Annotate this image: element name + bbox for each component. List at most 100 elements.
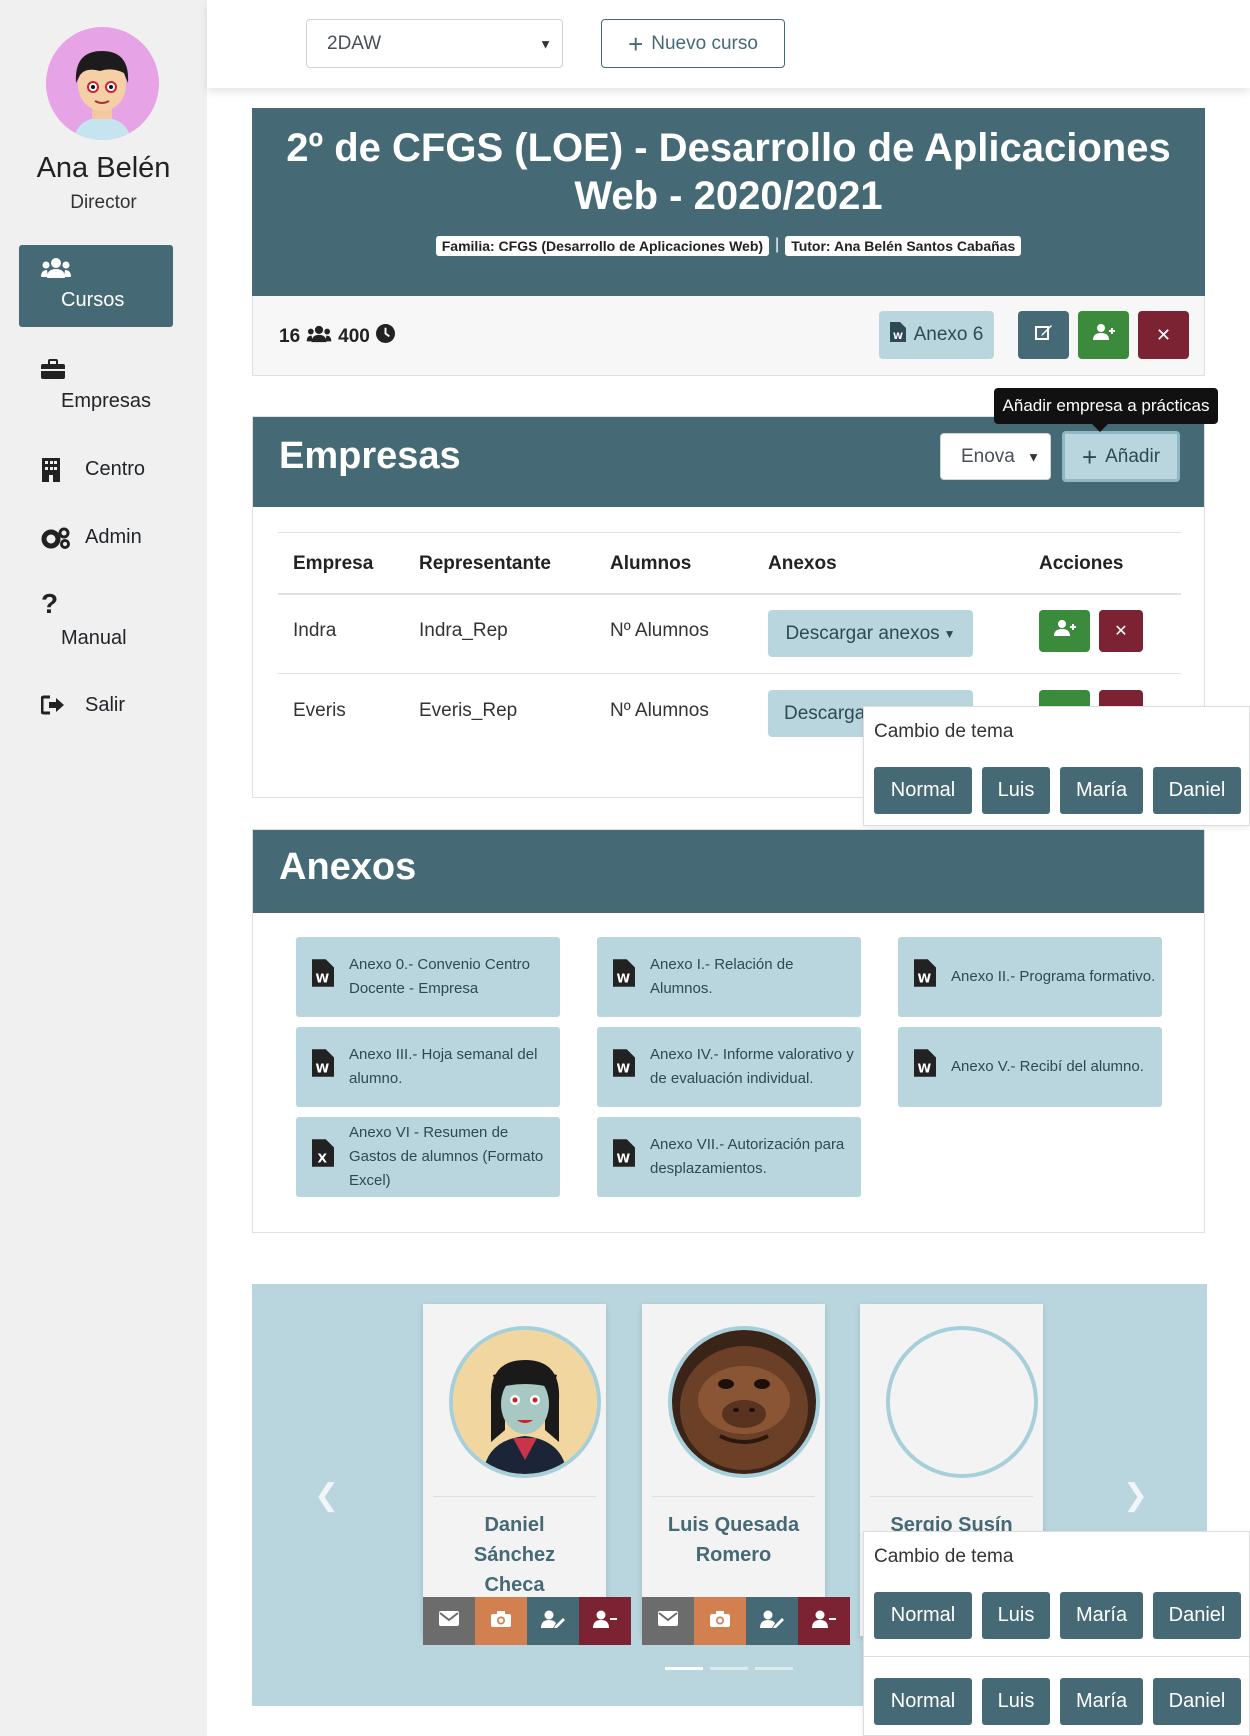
new-course-label: Nuevo curso — [651, 32, 758, 54]
photo-button[interactable] — [475, 1597, 527, 1645]
add-student-button[interactable] — [1078, 311, 1129, 359]
theme-maria-button[interactable]: María — [1060, 1592, 1143, 1639]
cell-representante: Everis_Rep — [419, 700, 518, 721]
empresa-select-value: Enova — [961, 445, 1015, 467]
carousel-indicator[interactable] — [665, 1667, 703, 1670]
anexo-label: Anexo 0.- Convenio Centro Docente - Empr… — [349, 956, 530, 997]
user-plus-icon — [1092, 324, 1115, 346]
anexo-5-button[interactable]: W Anexo V.- Recibí del alumno. — [898, 1027, 1162, 1107]
word-file-icon: W — [613, 1139, 635, 1175]
carousel-indicator[interactable] — [755, 1667, 793, 1670]
sidebar-item-salir[interactable]: Salir — [19, 691, 173, 727]
badge-separator: | — [775, 236, 780, 253]
delete-empresa-button[interactable]: ✕ — [1099, 610, 1143, 652]
anexo-0-button[interactable]: W Anexo 0.- Convenio Centro Docente - Em… — [296, 937, 560, 1017]
sidebar-item-label: Empresas — [61, 390, 152, 412]
course-title-line2: Web - 2020/2021 — [574, 174, 883, 218]
column-header-alumnos: Alumnos — [610, 553, 692, 574]
anexo-2-button[interactable]: W Anexo II.- Programa formativo. — [898, 937, 1162, 1017]
edit-student-button[interactable] — [527, 1597, 579, 1645]
anexo-3-button[interactable]: W Anexo III.- Hoja semanal del alumno. — [296, 1027, 560, 1107]
anexo-7-button[interactable]: W Anexo VII.- Autorización para desplaza… — [597, 1117, 861, 1197]
download-anexos-dropdown[interactable]: Descargar anexos ▼ — [768, 610, 973, 657]
theme-luis-button[interactable]: Luis — [982, 1592, 1050, 1639]
svg-text:W: W — [616, 972, 630, 986]
theme-popup-title: Cambio de tema — [874, 721, 1014, 742]
word-file-icon: W — [613, 1049, 635, 1085]
card-divider — [433, 1496, 596, 1497]
add-student-to-empresa-button[interactable] — [1039, 610, 1090, 652]
svg-text:W: W — [893, 332, 903, 342]
sidebar-item-label: Cursos — [61, 289, 125, 311]
word-file-icon: W — [312, 1049, 334, 1085]
theme-normal-button[interactable]: Normal — [874, 1592, 972, 1639]
add-empresa-button[interactable]: + Añadir — [1062, 431, 1180, 482]
anexo-label: Anexo III.- Hoja semanal del alumno. — [349, 1046, 538, 1087]
carousel-indicator[interactable] — [710, 1667, 748, 1670]
sidebar-item-empresas[interactable]: Empresas — [19, 355, 173, 415]
remove-student-button[interactable] — [798, 1597, 850, 1645]
theme-popup: Cambio de tema Normal Luis María Daniel — [863, 706, 1250, 826]
email-button[interactable] — [642, 1597, 694, 1645]
svg-text:W: W — [315, 1062, 329, 1076]
remove-student-button[interactable] — [579, 1597, 631, 1645]
sidebar-item-label: Manual — [61, 627, 127, 649]
hours-count: 400 — [338, 325, 370, 347]
student-card: Daniel Sánchez Checa — [423, 1304, 606, 1636]
student-photo — [886, 1326, 1038, 1478]
theme-popup: Cambio de tema Normal Luis María Daniel … — [863, 1531, 1250, 1736]
student-actions — [642, 1597, 850, 1645]
theme-normal-button[interactable]: Normal — [874, 767, 972, 814]
theme-luis-button[interactable]: Luis — [982, 1678, 1050, 1725]
photo-button[interactable] — [694, 1597, 746, 1645]
course-select[interactable]: 2DAW ▼ — [306, 19, 563, 68]
edit-student-button[interactable] — [746, 1597, 798, 1645]
carousel-next-icon[interactable]: ❯ — [1123, 1478, 1148, 1513]
edit-icon — [1034, 324, 1053, 346]
sidebar-item-centro[interactable]: Centro — [19, 455, 173, 491]
anexos-title: Anexos — [279, 846, 417, 888]
cell-alumnos: Nº Alumnos — [610, 700, 709, 721]
new-course-button[interactable]: + Nuevo curso — [601, 19, 785, 68]
delete-course-button[interactable]: ✕ — [1138, 311, 1189, 359]
theme-maria-button[interactable]: María — [1060, 1678, 1143, 1725]
cell-empresa: Indra — [293, 620, 337, 641]
users-icon — [41, 257, 71, 285]
student-card: Luis Quesada Romero — [642, 1304, 825, 1636]
theme-luis-button[interactable]: Luis — [982, 767, 1050, 814]
theme-daniel-button[interactable]: Daniel — [1153, 1678, 1241, 1725]
word-file-icon: W — [914, 1049, 936, 1085]
student-actions — [423, 1597, 631, 1645]
theme-daniel-button[interactable]: Daniel — [1153, 1592, 1241, 1639]
anexo6-button[interactable]: W Anexo 6 — [879, 311, 994, 359]
empresa-select[interactable]: Enova ▼ — [940, 433, 1051, 480]
anexo-4-button[interactable]: W Anexo IV.- Informe valorativo y de eva… — [597, 1027, 861, 1107]
theme-popup-title: Cambio de tema — [874, 1546, 1014, 1567]
table-header-border — [278, 593, 1181, 595]
card-divider — [652, 1496, 815, 1497]
theme-normal-button[interactable]: Normal — [874, 1678, 972, 1725]
empresas-title: Empresas — [279, 435, 461, 477]
table-top-border — [278, 532, 1181, 533]
anexo-6-button[interactable]: X Anexo VI - Resumen de Gastos de alumno… — [296, 1117, 560, 1197]
word-file-icon: W — [889, 322, 906, 348]
email-button[interactable] — [423, 1597, 475, 1645]
carousel-prev-icon[interactable]: ❮ — [314, 1478, 339, 1513]
word-file-icon: W — [613, 959, 635, 995]
course-select-value: 2DAW — [327, 32, 382, 54]
svg-text:X: X — [318, 1152, 328, 1166]
theme-maria-button[interactable]: María — [1060, 767, 1143, 814]
edit-course-button[interactable] — [1018, 311, 1069, 359]
chevron-down-icon: ▼ — [1027, 449, 1040, 464]
sidebar-item-manual[interactable]: ? Manual — [19, 588, 173, 650]
anexo-1-button[interactable]: W Anexo I.- Relación de Alumnos. — [597, 937, 861, 1017]
student-photo — [449, 1326, 601, 1478]
sidebar-item-cursos[interactable]: Cursos — [19, 245, 173, 327]
sidebar: Ana Belén Director Cursos Empresas Centr… — [0, 0, 207, 1736]
theme-daniel-button[interactable]: Daniel — [1153, 767, 1241, 814]
popup-divider — [864, 1656, 1249, 1657]
plus-icon: + — [1081, 441, 1098, 472]
empresas-header: Empresas Enova ▼ + Añadir — [253, 417, 1204, 507]
sidebar-item-admin[interactable]: Admin — [19, 523, 173, 559]
column-header-representante: Representante — [419, 553, 551, 574]
